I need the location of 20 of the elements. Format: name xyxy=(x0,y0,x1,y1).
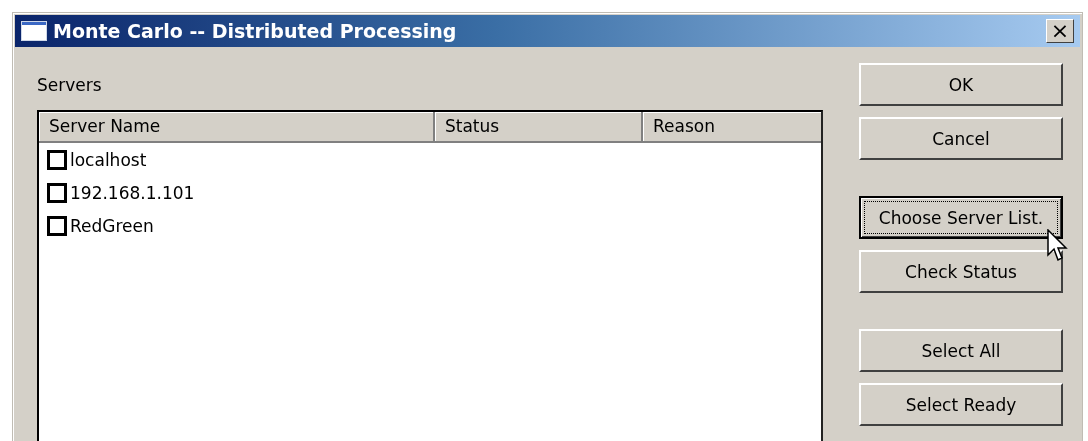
column-header[interactable]: Status xyxy=(435,112,643,141)
dialog-button[interactable]: OK xyxy=(859,63,1063,106)
dialog-button[interactable]: Check Status xyxy=(859,250,1063,293)
servers-label: Servers xyxy=(37,75,103,97)
cursor-icon xyxy=(1047,229,1069,263)
checkbox[interactable] xyxy=(47,215,67,236)
dialog-button[interactable]: Choose Server List. xyxy=(859,196,1063,239)
dialog-button[interactable]: Select All xyxy=(859,329,1063,372)
dialog-button[interactable]: Cancel xyxy=(859,117,1063,160)
checkbox[interactable] xyxy=(47,149,67,170)
server-name: localhost xyxy=(70,149,147,170)
server-name: RedGreen xyxy=(70,215,154,236)
column-header[interactable]: Reason xyxy=(643,112,821,141)
server-name: 192.168.1.101 xyxy=(70,182,195,203)
checkbox[interactable] xyxy=(47,182,67,203)
dialog-button[interactable]: Select Ready xyxy=(859,383,1063,426)
close-button[interactable]: × xyxy=(1046,19,1074,43)
column-header[interactable]: Server Name xyxy=(39,112,435,141)
window-icon xyxy=(21,21,47,41)
window-title: Monte Carlo -- Distributed Processing xyxy=(53,20,458,42)
